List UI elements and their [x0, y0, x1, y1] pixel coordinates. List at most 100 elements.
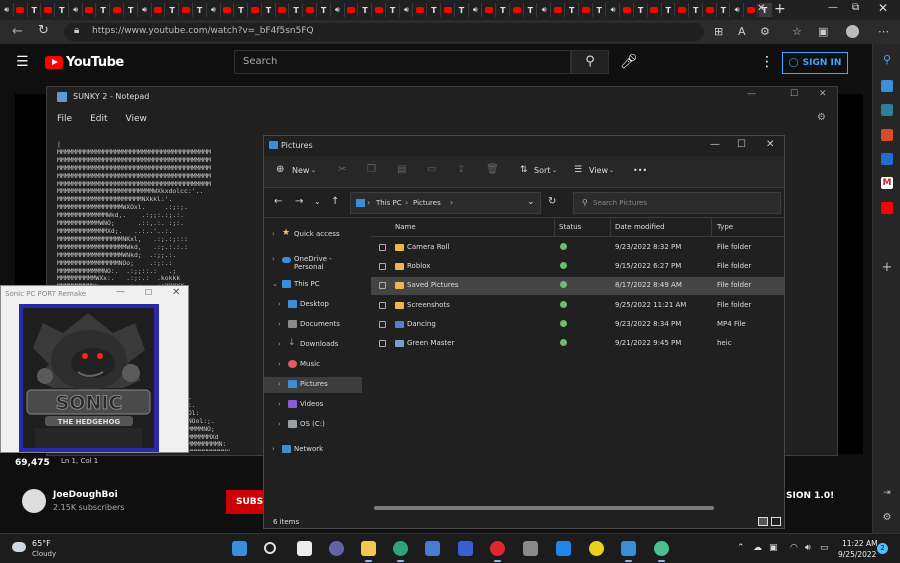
column-date[interactable]: Date modified [615, 223, 665, 231]
row-checkbox[interactable] [379, 302, 386, 309]
browser-tab[interactable]: T [318, 3, 331, 17]
sign-in-button[interactable]: ◯ SIGN IN [782, 52, 848, 74]
column-divider[interactable] [711, 219, 712, 237]
weather-temperature[interactable]: 65°F [32, 539, 51, 548]
outlook-icon[interactable] [881, 153, 893, 165]
tray-chevron-up-icon[interactable]: ⌃ [737, 543, 745, 553]
row-checkbox[interactable] [379, 321, 386, 328]
back-icon[interactable]: ← [274, 196, 282, 207]
browser-tab[interactable] [414, 3, 428, 17]
wifi-icon[interactable]: ◠ [790, 543, 798, 553]
column-status[interactable]: Status [559, 223, 581, 231]
explorer-close-button[interactable]: ✕ [766, 139, 774, 150]
start-button[interactable] [232, 541, 247, 556]
paint-icon[interactable] [523, 541, 538, 556]
browser-tab[interactable] [111, 3, 125, 17]
nav-pictures[interactable]: › Pictures [264, 377, 362, 393]
file-row[interactable]: Camera Roll 9/23/2022 8:32 PM File folde… [371, 239, 784, 257]
breadcrumb-pictures[interactable]: Pictures [413, 199, 441, 207]
delete-icon[interactable]: 🗑︎ [486, 164, 499, 175]
new-button[interactable]: New [292, 166, 309, 175]
browser-tab[interactable] [579, 3, 593, 17]
menu-icon[interactable]: ☰ [16, 54, 29, 70]
collections-icon[interactable]: ▣ [818, 25, 828, 38]
url-field[interactable]: 🔒︎ https://www.youtube.com/watch?v=_bF4f… [64, 23, 704, 41]
browser-tab[interactable] [745, 3, 758, 17]
tray-app-icon[interactable]: ▣ [769, 543, 778, 553]
add-icon[interactable]: + [881, 261, 893, 274]
browser-tab[interactable]: T [455, 3, 469, 17]
channel-name[interactable]: JoeDoughBoi [53, 490, 118, 500]
browser-tab[interactable]: T [235, 3, 249, 17]
breadcrumb[interactable]: › This PC › Pictures › ⌄ [350, 192, 541, 214]
browser-tab[interactable] [83, 3, 97, 17]
notepad-maximize-button[interactable]: ☐ [790, 89, 798, 99]
breadcrumb-this-pc[interactable]: This PC [376, 199, 402, 207]
battery-icon[interactable]: ▭ [820, 543, 829, 553]
tools-icon[interactable] [881, 104, 893, 116]
cut-icon[interactable]: ✂ [338, 164, 346, 175]
notepad-icon[interactable] [621, 541, 636, 562]
profile-avatar[interactable] [846, 25, 859, 38]
details-view-button[interactable] [758, 517, 768, 526]
browser-tab[interactable]: T [524, 3, 538, 17]
browser-tab[interactable]: T [386, 3, 400, 17]
explorer-search-input[interactable]: ⚲ Search Pictures [573, 192, 781, 214]
column-divider[interactable] [554, 219, 555, 237]
search-button[interactable]: ⚲ [571, 50, 609, 74]
copy-icon[interactable]: ❐ [367, 164, 376, 175]
share-icon[interactable]: ⇪ [457, 164, 465, 175]
browser-tab[interactable]: T [262, 3, 276, 17]
search-input[interactable]: Search [234, 50, 571, 74]
notepad-minimize-button[interactable]: — [747, 89, 756, 99]
nav-onedrive[interactable]: › OneDrive - Personal [264, 252, 362, 271]
edge-icon[interactable] [393, 541, 408, 562]
sonic-maximize-button[interactable]: ☐ [145, 288, 152, 297]
explorer-minimize-button[interactable]: — [710, 139, 720, 150]
browser-tab[interactable]: 🔊︎ [731, 3, 745, 17]
notepad-close-button[interactable]: ✕ [819, 89, 827, 99]
menu-file[interactable]: File [57, 114, 72, 124]
sonic-minimize-button[interactable]: — [116, 287, 125, 297]
browser-tab[interactable]: T [194, 3, 207, 17]
browser-tab[interactable]: T [56, 3, 69, 17]
up-icon[interactable]: ↑ [331, 196, 339, 207]
sonic-close-button[interactable]: ✕ [172, 287, 180, 298]
teams-chat-icon[interactable] [329, 541, 344, 556]
browser-tab[interactable] [483, 3, 497, 17]
browser-tab[interactable] [152, 3, 166, 17]
more-button[interactable]: ••• [633, 166, 647, 175]
back-icon[interactable]: ← [12, 24, 23, 39]
speaker-icon[interactable]: 🔊︎ [805, 543, 811, 553]
browser-tab[interactable]: T [290, 3, 304, 17]
cloud-icon[interactable] [12, 542, 26, 552]
browser-tab[interactable] [14, 3, 28, 17]
settings-more-icon[interactable]: ⋯ [878, 25, 889, 38]
row-checkbox[interactable] [379, 244, 386, 251]
notification-badge[interactable]: 2 [877, 543, 888, 554]
browser-tab[interactable]: T [635, 3, 648, 17]
clock-time[interactable]: 11:22 AM [842, 539, 878, 548]
browser-tab[interactable]: T [566, 3, 579, 17]
browser-tab[interactable] [304, 3, 317, 17]
cloud-icon[interactable]: ☁ [753, 543, 762, 553]
browser-tab[interactable]: T [28, 3, 42, 17]
browser-tab[interactable]: T [690, 3, 703, 17]
file-row[interactable]: Roblox 9/15/2022 6:27 PM File folder [371, 258, 784, 276]
nav-documents[interactable]: › Documents [264, 317, 362, 333]
new-tab-button[interactable]: + [774, 1, 786, 17]
nav-videos[interactable]: › Videos [264, 397, 362, 413]
nav-os-drive[interactable]: › OS (C:) [264, 417, 362, 433]
opera-icon[interactable] [490, 541, 505, 562]
browser-tab[interactable]: T [125, 3, 138, 17]
browser-tab[interactable] [621, 3, 634, 17]
search-icon[interactable]: ⚲ [881, 54, 893, 66]
app-icon[interactable] [589, 541, 604, 556]
browser-tab[interactable]: 🔊︎ [607, 3, 621, 17]
column-type[interactable]: Type [717, 223, 733, 231]
task-view-icon[interactable] [297, 541, 312, 556]
recent-chevron-icon[interactable]: ⌄ [314, 197, 321, 206]
refresh-icon[interactable]: ↻ [548, 196, 556, 207]
more-options-icon[interactable]: ⋮ [760, 54, 774, 70]
sort-button[interactable]: Sort [534, 166, 550, 175]
